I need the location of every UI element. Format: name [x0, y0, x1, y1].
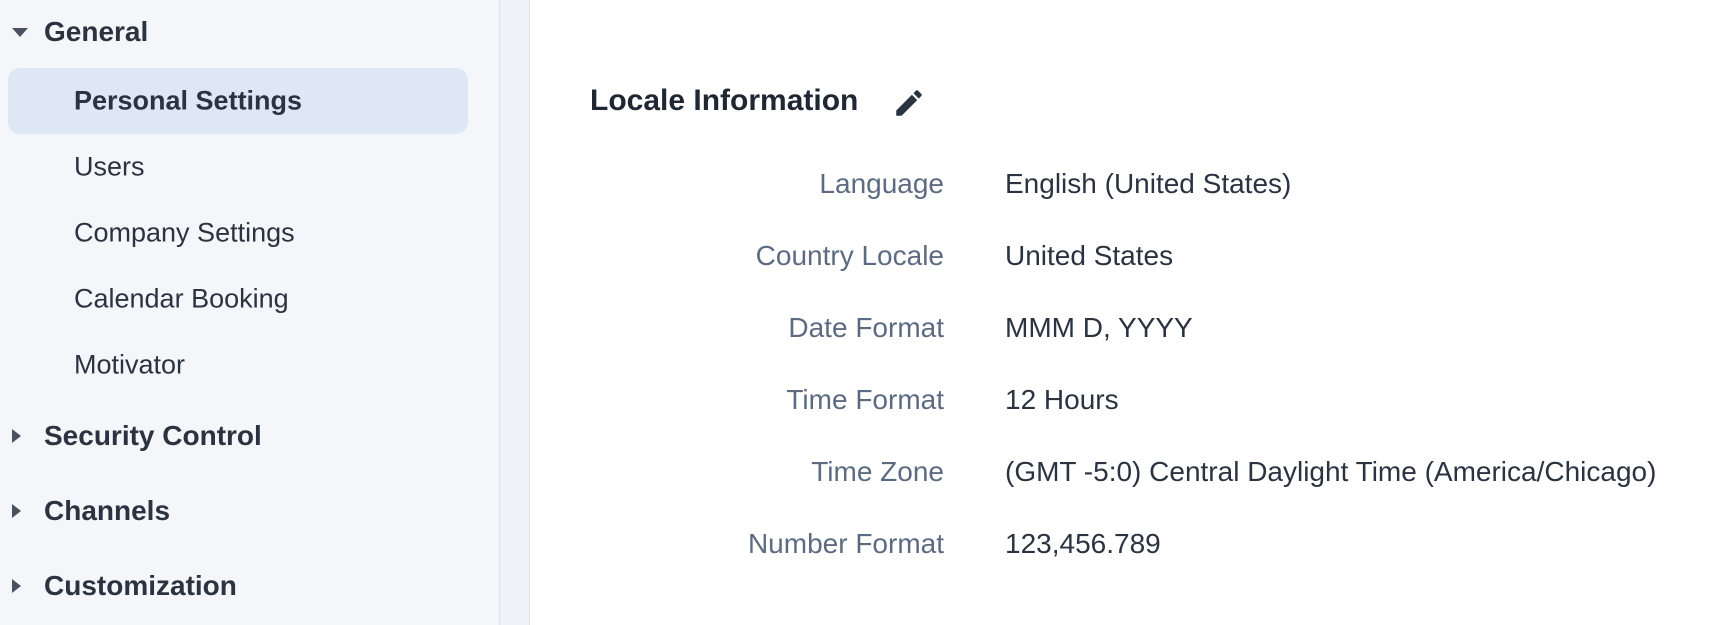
sidebar-group-label: General — [44, 16, 149, 47]
panel-divider — [500, 0, 530, 625]
sidebar-group-label: Customization — [44, 570, 237, 601]
sidebar-group-customization[interactable]: Customization — [0, 566, 480, 606]
sidebar-item-label: Calendar Booking — [74, 283, 289, 314]
edit-button[interactable] — [892, 86, 926, 120]
sidebar-item-label: Personal Settings — [74, 85, 303, 116]
sidebar-item-motivator[interactable]: Motivator — [8, 332, 468, 398]
sidebar-item-calendar-booking[interactable]: Calendar Booking — [8, 266, 468, 332]
field-value-number-format: 123,456.789 — [1005, 528, 1161, 559]
field-value-language: English (United States) — [1005, 168, 1292, 199]
settings-sidebar: General Personal Settings Users Company … — [0, 0, 500, 625]
field-value-country-locale: United States — [1005, 240, 1174, 271]
sidebar-item-label: Motivator — [74, 349, 186, 380]
sidebar-group-label: Security Control — [44, 420, 262, 451]
caret-right-icon — [12, 579, 21, 593]
sidebar-item-label: Company Settings — [74, 217, 295, 248]
field-label-time-zone: Time Zone — [811, 456, 944, 487]
field-label-country-locale: Country Locale — [755, 240, 944, 271]
sidebar-item-company-settings[interactable]: Company Settings — [8, 200, 468, 266]
pencil-icon — [896, 90, 922, 116]
section-title: Locale Information — [590, 84, 859, 117]
sidebar-group-general[interactable]: General — [0, 12, 480, 52]
field-value-time-zone: (GMT -5:0) Central Daylight Time (Americ… — [1005, 456, 1657, 487]
sidebar-item-users[interactable]: Users — [8, 134, 468, 200]
field-value-time-format: 12 Hours — [1005, 384, 1119, 415]
sidebar-item-label: Users — [74, 151, 145, 182]
field-label-time-format: Time Format — [786, 384, 944, 415]
caret-right-icon — [12, 504, 21, 518]
sidebar-group-label: Channels — [44, 495, 171, 526]
sidebar-group-channels[interactable]: Channels — [0, 491, 480, 531]
field-label-date-format: Date Format — [788, 312, 944, 343]
sidebar-group-security-control[interactable]: Security Control — [0, 416, 480, 456]
caret-right-icon — [12, 429, 21, 443]
field-label-language: Language — [819, 168, 944, 199]
field-label-number-format: Number Format — [747, 528, 944, 559]
caret-down-icon — [12, 28, 28, 37]
sidebar-item-personal-settings[interactable]: Personal Settings — [8, 68, 468, 134]
field-value-date-format: MMM D, YYYY — [1005, 312, 1193, 343]
